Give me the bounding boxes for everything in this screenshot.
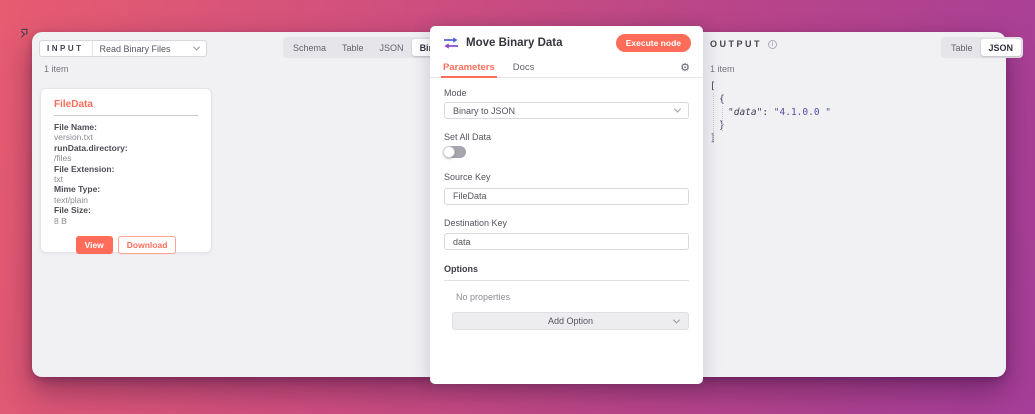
- json-line: {: [719, 94, 725, 105]
- output-view-tabs: Table JSON: [941, 37, 1024, 58]
- field-label: Mime Type:: [54, 184, 101, 195]
- json-line: [: [710, 81, 716, 92]
- binary-file-card: FileData File Name: version.txt runData.…: [40, 88, 212, 255]
- tab-output-table[interactable]: Table: [943, 39, 981, 56]
- tab-table[interactable]: Table: [334, 39, 372, 56]
- input-source-value: Read Binary Files: [99, 43, 171, 54]
- divider: [444, 280, 689, 281]
- field-value: text/plain: [54, 194, 89, 205]
- tab-parameters[interactable]: Parameters: [441, 57, 497, 78]
- json-line: ]: [710, 133, 716, 144]
- output-json-viewer: [ { "data": "4.1.0.0 " } ]: [710, 80, 831, 145]
- field-value: 8 B: [54, 215, 67, 226]
- tab-output-json[interactable]: JSON: [980, 39, 1022, 56]
- tab-docs[interactable]: Docs: [513, 57, 535, 77]
- input-source-select[interactable]: INPUT Read Binary Files: [39, 40, 207, 57]
- divider: [54, 115, 198, 116]
- mode-value: Binary to JSON: [453, 105, 516, 116]
- field-value: version.txt: [54, 132, 93, 143]
- add-option-button[interactable]: Add Option: [452, 312, 689, 330]
- indent-guide: [721, 106, 723, 131]
- source-key-input[interactable]: [444, 187, 689, 205]
- options-empty-text: No properties: [456, 292, 511, 302]
- node-parameters-form: Mode Binary to JSON Set All Data Source …: [430, 78, 703, 330]
- node-settings-panel: Move Binary Data Execute node Parameters…: [430, 26, 703, 384]
- add-option-label: Add Option: [547, 316, 594, 326]
- indent-guide: [712, 93, 714, 143]
- field-label: File Extension:: [54, 163, 115, 174]
- field-value: txt: [54, 174, 63, 185]
- toggle-knob: [443, 146, 455, 158]
- node-title: Move Binary Data: [466, 37, 563, 49]
- json-key: "data": [728, 107, 763, 118]
- node-header: Move Binary Data Execute node: [430, 26, 703, 57]
- field-label: File Size:: [54, 205, 91, 216]
- chevron-down-icon: [672, 316, 681, 324]
- set-all-data-label: Set All Data: [444, 132, 492, 142]
- input-item-count: 1 item: [44, 64, 69, 74]
- binary-key-title: FileData: [54, 99, 93, 110]
- output-header: OUTPUT i: [710, 39, 777, 49]
- tab-json[interactable]: JSON: [372, 39, 412, 56]
- mode-label: Mode: [444, 88, 467, 98]
- download-button[interactable]: Download: [117, 236, 177, 255]
- tab-schema[interactable]: Schema: [285, 39, 334, 56]
- node-tabs: Parameters Docs ⚙: [430, 57, 703, 78]
- json-separator: :: [762, 107, 774, 118]
- json-line: }: [719, 120, 725, 131]
- info-icon[interactable]: i: [768, 39, 777, 49]
- destination-key-input[interactable]: [444, 233, 689, 250]
- set-all-data-toggle[interactable]: [443, 146, 466, 158]
- json-value: "4.1.0.0 ": [773, 107, 831, 118]
- field-label: runData.directory:: [54, 142, 128, 153]
- field-label: File Name:: [54, 122, 97, 132]
- gear-icon[interactable]: ⚙: [680, 61, 690, 74]
- swap-arrows-icon: [444, 37, 458, 49]
- field-value: /files: [54, 153, 72, 164]
- output-panel-label: OUTPUT: [710, 39, 762, 49]
- source-key-label: Source Key: [444, 172, 491, 182]
- execute-node-button[interactable]: Execute node: [615, 34, 691, 52]
- json-line: "data": "4.1.0.0 ": [710, 106, 831, 119]
- view-button[interactable]: View: [75, 236, 113, 255]
- options-section-header: Options: [444, 264, 478, 274]
- output-item-count: 1 item: [710, 64, 735, 74]
- panel-collapse-icon[interactable]: [18, 31, 29, 46]
- destination-key-label: Destination Key: [444, 217, 508, 228]
- chevron-down-icon: [673, 105, 682, 113]
- chevron-down-icon: [192, 43, 201, 51]
- input-panel-label: INPUT: [47, 44, 84, 53]
- mode-select[interactable]: Binary to JSON: [444, 102, 689, 119]
